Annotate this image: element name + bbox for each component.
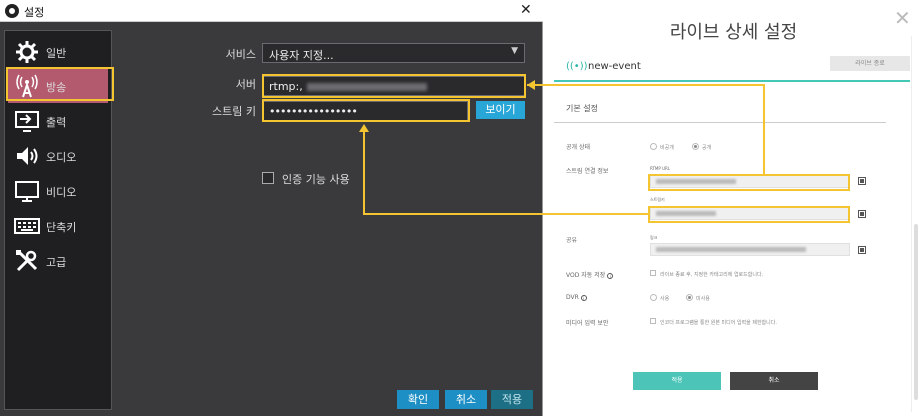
apply-button[interactable]: 적용 bbox=[491, 390, 533, 409]
service-select-value: 사용자 지정... bbox=[269, 49, 334, 62]
highlight-server bbox=[262, 74, 526, 98]
media-security-label: 미디어 입력 보안 bbox=[566, 320, 609, 327]
dvr-label-text: DVR bbox=[566, 294, 579, 301]
sidebar-item-label: 비디오 bbox=[46, 186, 77, 199]
radio-private-label: 비공개 bbox=[660, 145, 674, 151]
section-title-basic: 기본 설정 bbox=[566, 104, 598, 113]
event-name: new-event bbox=[588, 61, 641, 72]
rtmp-url-label: RTMP URL bbox=[650, 166, 671, 171]
copy-icon[interactable] bbox=[858, 210, 866, 218]
radio-private[interactable] bbox=[650, 143, 657, 150]
sidebar-item-label: 출력 bbox=[46, 116, 67, 129]
vod-label: VOD 자동 저장 i bbox=[566, 270, 614, 279]
cancel-settings-button[interactable]: 취소 bbox=[730, 372, 818, 390]
media-security-description: 인코더 프로그램을 통한 원본 미디어 입력을 제한합니다. bbox=[660, 320, 777, 326]
section-divider bbox=[554, 122, 886, 123]
radio-dvr-nouse[interactable] bbox=[686, 294, 693, 301]
gear-icon bbox=[16, 41, 38, 63]
radio-dvr-nouse-label: 미사용 bbox=[696, 296, 710, 302]
end-live-button[interactable]: 라이브 종료 bbox=[830, 56, 910, 71]
sidebar-item-label: 일반 bbox=[46, 47, 67, 60]
info-icon[interactable]: i bbox=[607, 272, 614, 279]
stream-key-sublabel: 스트림키 bbox=[650, 197, 665, 202]
copy-icon[interactable] bbox=[858, 246, 866, 254]
media-security-checkbox[interactable] bbox=[650, 318, 656, 324]
sidebar-item-label: 오디오 bbox=[46, 151, 77, 164]
highlight-broadcast bbox=[6, 67, 114, 101]
scrollbar-thumb[interactable] bbox=[914, 224, 918, 400]
obs-settings-window: 설정 ✕ 일반 방송 출력 오디오 비디오 단축키 고급 서비스 사용자 지정.… bbox=[0, 0, 543, 416]
radio-dvr-use-label: 사용 bbox=[660, 296, 670, 302]
visibility-label: 공개 상태 bbox=[566, 144, 590, 151]
obs-titlebar: 설정 ✕ bbox=[0, 0, 543, 22]
monitor-icon bbox=[15, 181, 39, 202]
auth-checkbox[interactable] bbox=[262, 172, 274, 184]
sidebar-item-video[interactable]: 비디오 bbox=[8, 175, 108, 207]
stream-info-label: 스트림 연결 정보 bbox=[566, 168, 609, 175]
redacted-text bbox=[656, 247, 806, 252]
sidebar-item-audio[interactable]: 오디오 bbox=[8, 140, 108, 172]
copy-icon[interactable] bbox=[858, 177, 866, 185]
page-title: 라이브 상세 설정 bbox=[669, 22, 798, 43]
sidebar-item-hotkeys[interactable]: 단축키 bbox=[8, 210, 108, 242]
close-icon[interactable]: ✕ bbox=[894, 6, 911, 30]
sidebar-item-label: 단축키 bbox=[46, 221, 77, 234]
server-label: 서버 bbox=[235, 78, 256, 91]
radio-public-label: 공개 bbox=[702, 145, 712, 151]
live-signal-icon: ((•)) bbox=[566, 61, 588, 72]
highlight-stream-key bbox=[262, 99, 470, 122]
highlight-rtmp-url bbox=[648, 174, 850, 191]
sidebar-item-advanced[interactable]: 고급 bbox=[8, 245, 108, 277]
apply-settings-button[interactable]: 적용 bbox=[633, 372, 721, 390]
vod-checkbox[interactable] bbox=[650, 270, 656, 276]
highlight-live-stream-key bbox=[648, 206, 850, 223]
output-icon bbox=[15, 111, 39, 132]
chevron-down-icon: ▼ bbox=[511, 46, 518, 56]
share-link-label: 링크 bbox=[650, 235, 658, 240]
sidebar-item-label: 고급 bbox=[46, 256, 67, 269]
service-label: 서비스 bbox=[225, 48, 256, 61]
info-icon[interactable]: i bbox=[580, 294, 587, 301]
screenshot-stage: 설정 ✕ 일반 방송 출력 오디오 비디오 단축키 고급 서비스 사용자 지정.… bbox=[0, 0, 923, 416]
vod-description: 라이브 종료 후, 지정한 카테고리에 업로드합니다. bbox=[660, 272, 764, 278]
cancel-button[interactable]: 취소 bbox=[445, 390, 487, 409]
dvr-label: DVR i bbox=[566, 294, 587, 301]
sidebar-item-output[interactable]: 출력 bbox=[8, 105, 108, 137]
obs-logo-icon bbox=[5, 4, 19, 18]
auth-checkbox-label: 인증 기능 사용 bbox=[282, 173, 350, 186]
stream-key-label: 스트림 키 bbox=[212, 105, 256, 118]
close-icon[interactable]: ✕ bbox=[520, 2, 532, 18]
radio-dvr-use[interactable] bbox=[650, 294, 657, 301]
share-label: 공유 bbox=[566, 237, 578, 244]
show-key-button[interactable]: 보이기 bbox=[476, 101, 525, 119]
tools-icon bbox=[16, 250, 38, 272]
keyboard-icon bbox=[14, 218, 40, 234]
speaker-icon bbox=[17, 147, 38, 165]
radio-public[interactable] bbox=[692, 143, 699, 150]
sidebar-item-general[interactable]: 일반 bbox=[8, 36, 108, 68]
event-underline bbox=[554, 80, 910, 82]
obs-window-title: 설정 bbox=[24, 6, 45, 19]
ok-button[interactable]: 확인 bbox=[397, 390, 439, 409]
share-link-field bbox=[650, 243, 850, 256]
vod-label-text: VOD 자동 저장 bbox=[566, 272, 606, 279]
service-select[interactable]: 사용자 지정... ▼ bbox=[262, 43, 525, 63]
obs-dialog-buttons: 확인 취소 적용 bbox=[0, 390, 543, 412]
